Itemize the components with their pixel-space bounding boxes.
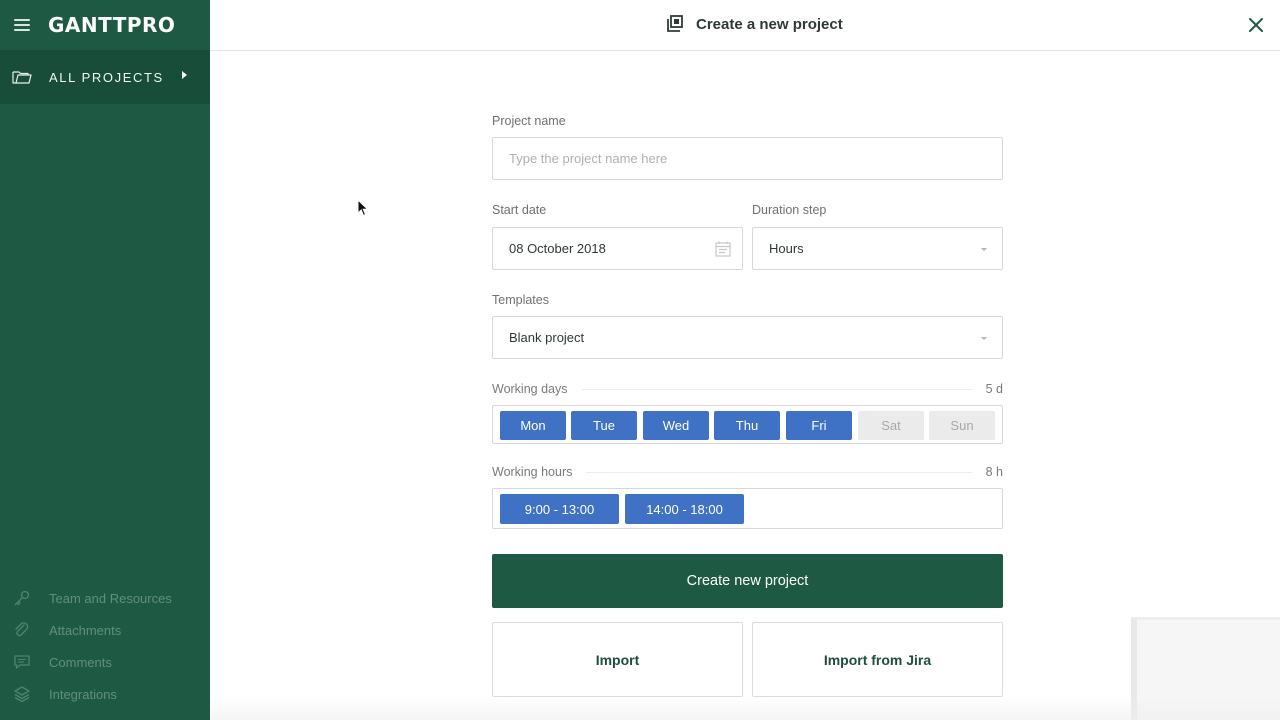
hours-range-chip[interactable]: 14:00 - 18:00 [625,494,744,524]
sidebar-item-label: Integrations [49,686,117,702]
templates-label: Templates [492,293,549,307]
duration-step-value: Hours [769,241,804,256]
start-date-label: Start date [492,203,547,217]
working-days-label: Working days [492,382,568,396]
divider [581,388,972,390]
sidebar-item-label: Attachments [49,622,122,638]
day-toggle-thu[interactable]: Thu [714,411,780,440]
sidebar-item-comments[interactable]: Comments [0,646,210,678]
divider [586,471,972,473]
sidebar-header: GANTTPRO [0,0,210,50]
project-name-label: Project name [492,114,566,128]
logo: GANTTPRO [48,13,176,37]
video-thumbnail [1131,617,1280,720]
duration-step-label: Duration step [752,203,827,217]
start-date-field[interactable]: 08 October 2018 [492,227,743,270]
sidebar-item-team-and-resources[interactable]: Team and Resources [0,582,210,614]
modal-header: Create a new project [210,0,1280,51]
new-project-icon [667,15,683,32]
key-icon [14,590,30,606]
day-toggle-mon[interactable]: Mon [500,411,566,440]
sidebar-item-label: Comments [49,654,112,670]
menu-icon[interactable] [14,19,30,31]
bottom-fade [210,696,1280,720]
layers-icon [14,686,30,703]
chevron-down-icon [981,248,987,251]
duration-step-select[interactable]: Hours [752,227,1003,270]
working-hours-header: Working hours 8 h [492,464,1003,480]
working-hours-label: Working hours [492,465,573,479]
mouse-cursor-icon [357,199,369,217]
calendar-icon[interactable] [714,240,732,258]
day-toggle-sun[interactable]: Sun [929,411,995,440]
working-hours-picker: 9:00 - 13:00 14:00 - 18:00 [492,488,1003,529]
sidebar-item-label: Team and Resources [49,590,172,606]
sidebar-item-attachments[interactable]: Attachments [0,614,210,646]
working-days-picker: Mon Tue Wed Thu Fri Sat Sun [492,405,1003,444]
header-title: Create a new project [665,14,843,34]
page-title: Create a new project [696,15,843,33]
paperclip-icon [15,622,29,637]
working-days-total: 5 d [985,382,1003,396]
comment-icon [14,655,30,669]
day-toggle-wed[interactable]: Wed [643,411,709,440]
import-from-jira-button[interactable]: Import from Jira [752,622,1003,697]
hours-range-chip[interactable]: 9:00 - 13:00 [500,494,619,524]
caret-right-icon [182,71,187,79]
close-icon[interactable] [1246,15,1266,35]
day-toggle-fri[interactable]: Fri [786,411,852,440]
sidebar-item-integrations[interactable]: Integrations [0,678,210,710]
folder-icon [12,71,32,84]
sidebar: GANTTPRO ALL PROJECTS Team and Resources… [0,0,210,720]
templates-value: Blank project [509,330,585,345]
create-project-button[interactable]: Create new project [492,554,1003,608]
sidebar-item-label: ALL PROJECTS [49,69,164,85]
chevron-down-icon [981,337,987,340]
import-button[interactable]: Import [492,622,743,697]
templates-select[interactable]: Blank project [492,316,1003,359]
day-toggle-tue[interactable]: Tue [571,411,637,440]
sidebar-bottom-links: Team and Resources Attachments Comments … [0,582,210,710]
working-hours-total: 8 h [985,465,1003,479]
start-date-value: 08 October 2018 [509,241,606,256]
project-name-input[interactable] [509,151,1002,166]
project-name-field[interactable] [492,137,1003,180]
day-toggle-sat[interactable]: Sat [858,411,924,440]
working-days-header: Working days 5 d [492,381,1003,397]
sidebar-item-all-projects[interactable]: ALL PROJECTS [0,50,210,104]
